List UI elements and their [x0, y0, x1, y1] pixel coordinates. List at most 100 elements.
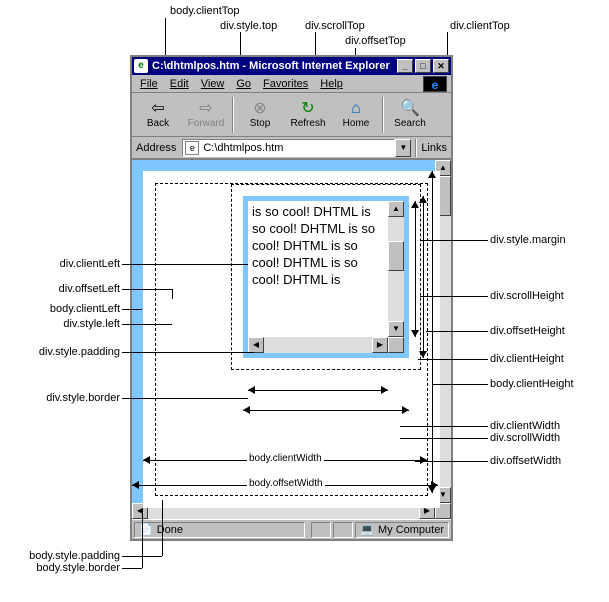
- menu-help[interactable]: Help: [316, 78, 347, 90]
- div-scrollbar-horizontal[interactable]: ◀ ▶: [248, 337, 404, 353]
- separator: [415, 139, 417, 157]
- label-body-clienttop: body.clientTop: [170, 5, 240, 17]
- menu-file[interactable]: File: [136, 78, 162, 90]
- leader: [420, 240, 488, 241]
- toolbar: ⇦ Back ⇨ Forward ⊗ Stop ↻ Refresh ⌂ Home…: [132, 93, 451, 137]
- ie-logo-icon: e: [423, 76, 447, 92]
- home-label: Home: [343, 118, 370, 129]
- minimize-button[interactable]: _: [397, 59, 413, 73]
- leader: [400, 426, 488, 427]
- div-scrollarea: is so cool! DHTML is so cool! DHTML is s…: [248, 201, 388, 337]
- leader: [122, 289, 172, 290]
- dim-label-body-clientwidth: body.clientWidth: [247, 453, 324, 464]
- menu-edit[interactable]: Edit: [166, 78, 193, 90]
- status-cell: [333, 522, 353, 538]
- search-icon: 🔍: [400, 100, 420, 118]
- dim-div-clientwidth: [248, 390, 388, 391]
- refresh-button[interactable]: ↻ Refresh: [284, 95, 332, 135]
- scroll-right-button[interactable]: ▶: [372, 337, 388, 353]
- dim-label-body-offsetwidth: body.offsetWidth: [247, 478, 325, 489]
- content-text: is so cool! DHTML is so cool! DHTML is s…: [252, 203, 384, 288]
- label-div-style-top: div.style.top: [220, 20, 277, 32]
- app-icon: e: [134, 59, 148, 73]
- arrow-icon: [248, 386, 255, 394]
- label-div-scrollwidth: div.scrollWidth: [490, 432, 560, 444]
- label-div-offsettop: div.offsetTop: [345, 35, 406, 47]
- arrow-icon: [420, 456, 427, 464]
- scroll-up-button[interactable]: ▲: [388, 201, 404, 217]
- dim-div-offsetheight: [423, 196, 424, 358]
- dim-div-clientheight: [415, 201, 416, 337]
- leader: [418, 359, 488, 360]
- statusbar: 📄 Done 💻 My Computer: [132, 519, 451, 539]
- forward-button[interactable]: ⇨ Forward: [182, 95, 230, 135]
- menu-view[interactable]: View: [197, 78, 229, 90]
- search-button[interactable]: 🔍 Search: [386, 95, 434, 135]
- status-done: Done: [157, 524, 183, 536]
- home-button[interactable]: ⌂ Home: [332, 95, 380, 135]
- leader: [400, 438, 488, 439]
- label-div-style-padding: div.style.padding: [10, 346, 120, 358]
- dim-div-offsetwidth: [243, 410, 409, 411]
- home-icon: ⌂: [351, 100, 361, 118]
- label-body-clientleft: body.clientLeft: [20, 303, 120, 315]
- scroll-left-button[interactable]: ◀: [248, 337, 264, 353]
- div-border-box: is so cool! DHTML is so cool! DHTML is s…: [243, 196, 409, 358]
- arrow-icon: [419, 351, 427, 358]
- scroll-corner: [388, 337, 404, 353]
- label-div-scrolltop: div.scrollTop: [305, 20, 365, 32]
- links-label[interactable]: Links: [421, 142, 447, 154]
- stop-button[interactable]: ⊗ Stop: [236, 95, 284, 135]
- arrow-icon: [428, 171, 436, 178]
- label-div-clientwidth: div.clientWidth: [490, 420, 560, 432]
- menubar: File Edit View Go Favorites Help e: [132, 75, 451, 93]
- arrow-icon: [381, 386, 388, 394]
- scroll-thumb[interactable]: [388, 241, 404, 271]
- search-label: Search: [394, 118, 426, 129]
- arrow-icon: [419, 196, 427, 203]
- status-cell: [311, 522, 331, 538]
- status-zone-label: My Computer: [378, 524, 444, 536]
- arrow-icon: [243, 406, 250, 414]
- status-zone: 💻 My Computer: [355, 522, 449, 538]
- titlebar: e C:\dhtmlpos.htm - Microsoft Internet E…: [132, 57, 451, 75]
- back-label: Back: [147, 118, 169, 129]
- address-dropdown-button[interactable]: ▼: [395, 139, 411, 157]
- label-body-style-padding: body.style.padding: [0, 550, 120, 562]
- arrow-icon: [411, 330, 419, 337]
- browser-window: e C:\dhtmlpos.htm - Microsoft Internet E…: [130, 55, 453, 541]
- arrow-icon: [402, 406, 409, 414]
- leader: [122, 352, 254, 353]
- label-div-style-left: div.style.left: [34, 318, 120, 330]
- toolbar-separator: [232, 97, 234, 133]
- maximize-button[interactable]: □: [415, 59, 431, 73]
- menu-go[interactable]: Go: [232, 78, 255, 90]
- label-div-offsetheight: div.offsetHeight: [490, 325, 565, 337]
- leader: [426, 331, 488, 332]
- refresh-label: Refresh: [290, 118, 325, 129]
- viewport: ▲ ▼ ◀ ▶ is so cool! DHTML is so cool! DH…: [132, 159, 451, 519]
- window-title: C:\dhtmlpos.htm - Microsoft Internet Exp…: [152, 60, 390, 72]
- leader: [162, 500, 163, 556]
- leader: [122, 324, 172, 325]
- address-input[interactable]: e C:\dhtmlpos.htm: [182, 139, 395, 157]
- scroll-down-button[interactable]: ▼: [388, 321, 404, 337]
- status-main: 📄 Done: [134, 522, 305, 538]
- label-div-scrollheight: div.scrollHeight: [490, 290, 564, 302]
- close-button[interactable]: ✕: [433, 59, 449, 73]
- leader: [122, 398, 248, 399]
- address-label: Address: [136, 142, 176, 154]
- leader: [172, 289, 173, 299]
- leader: [122, 264, 248, 265]
- dim-body-clientheight: [432, 171, 433, 493]
- stop-label: Stop: [250, 118, 271, 129]
- leader: [122, 309, 142, 310]
- back-button[interactable]: ⇦ Back: [134, 95, 182, 135]
- label-div-clientheight: div.clientHeight: [490, 353, 564, 365]
- menu-favorites[interactable]: Favorites: [259, 78, 312, 90]
- page-icon: e: [185, 141, 199, 155]
- arrow-icon: [143, 456, 150, 464]
- back-arrow-icon: ⇦: [151, 100, 164, 118]
- div-scrollbar-vertical[interactable]: ▲ ▼: [388, 201, 404, 337]
- leader: [432, 384, 488, 385]
